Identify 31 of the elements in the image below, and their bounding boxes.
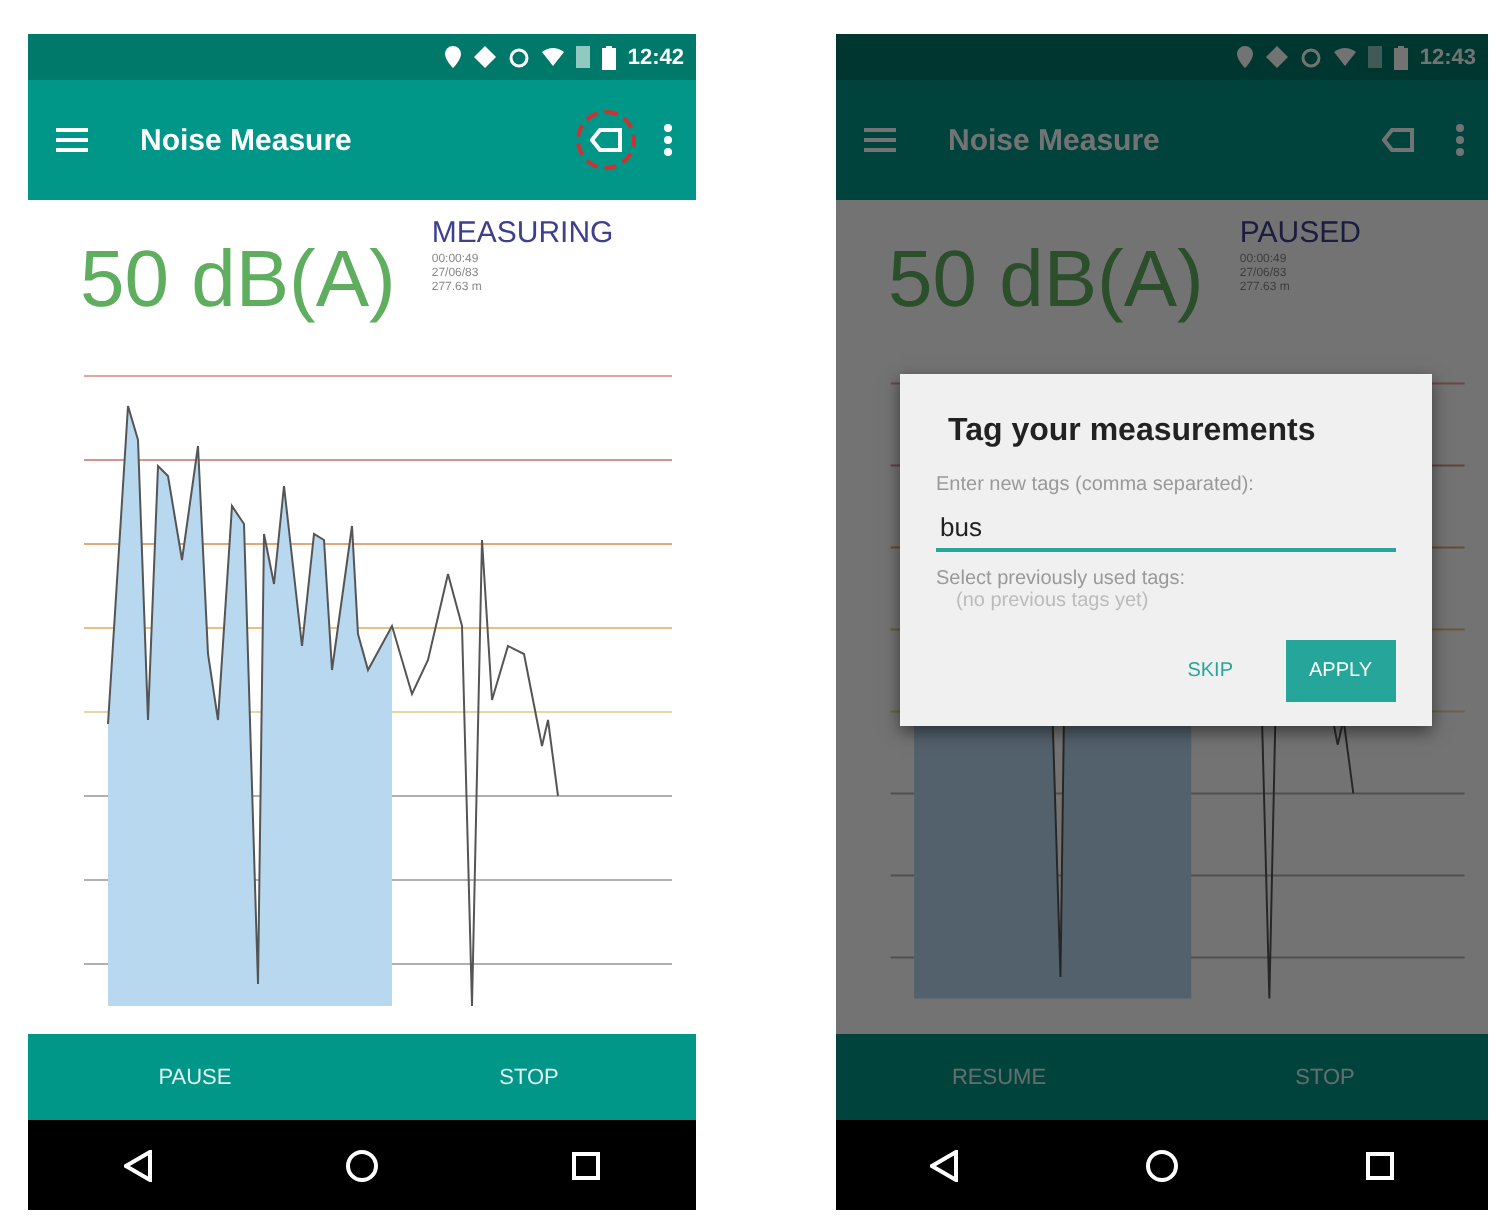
back-icon[interactable] [930, 1149, 958, 1181]
app-title: Noise Measure [140, 123, 354, 157]
battery-icon [601, 45, 616, 69]
recents-icon[interactable] [571, 1151, 600, 1179]
wifi-icon [1333, 48, 1356, 66]
tag-button[interactable] [576, 110, 636, 170]
wifi-icon [541, 48, 564, 66]
tags-prompt: Enter new tags (comma separated): [936, 474, 1256, 496]
dialog-button[interactable]: SKIP [1163, 640, 1257, 702]
location-icon [443, 46, 462, 68]
battery-icon [1393, 45, 1408, 69]
back-icon[interactable] [124, 1149, 153, 1181]
status-time: 12:42 [627, 45, 684, 69]
dialog-title: Tag your measurements [948, 414, 1318, 450]
noise-level: 50 dB(A) [80, 236, 396, 328]
more-icon[interactable] [664, 124, 672, 156]
dialog-button[interactable]: APPLY [1285, 640, 1396, 702]
previous-tags-label: Select previously used tags: [936, 568, 1188, 590]
tags-input-field[interactable]: bus [936, 496, 1396, 552]
noise-level: 50 dB(A) [888, 236, 1204, 328]
app-title: Noise Measure [948, 123, 1162, 157]
recents-icon[interactable] [1366, 1151, 1394, 1179]
home-icon[interactable] [345, 1149, 378, 1181]
home-icon[interactable] [1146, 1149, 1178, 1181]
menu-icon[interactable] [56, 128, 88, 152]
location-icon [1235, 46, 1254, 68]
measuring-state: PAUSED [1239, 216, 1361, 250]
tag-icon [1382, 128, 1414, 152]
status-time: 12:43 [1419, 45, 1476, 69]
measuring-state: MEASURING [431, 216, 614, 250]
tag-icon [590, 128, 622, 152]
